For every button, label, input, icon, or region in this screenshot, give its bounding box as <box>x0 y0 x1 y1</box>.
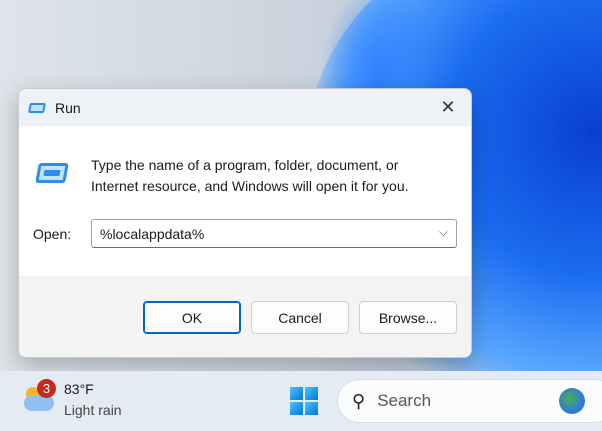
run-dialog: Run ✕ Type the name of a program, folder… <box>18 88 472 358</box>
weather-temperature[interactable]: 83°F <box>64 381 94 397</box>
browse-button[interactable]: Browse... <box>359 301 457 334</box>
description-line: Internet resource, and Windows will open… <box>91 178 409 194</box>
taskbar: 3 83°F Light rain ⚲ Search <box>0 371 602 431</box>
notification-badge: 3 <box>37 379 56 398</box>
dialog-title: Run <box>55 99 81 116</box>
weather-condition[interactable]: Light rain <box>64 402 122 418</box>
run-large-icon <box>35 163 69 183</box>
description: Type the name of a program, folder, docu… <box>91 155 409 197</box>
run-icon <box>28 102 46 113</box>
chevron-down-icon[interactable]: ⌵ <box>439 225 448 240</box>
open-label: Open: <box>33 226 72 242</box>
cancel-button[interactable]: Cancel <box>251 301 349 334</box>
search-label: Search <box>377 391 432 410</box>
description-line: Type the name of a program, folder, docu… <box>91 157 399 173</box>
open-input[interactable]: %localappdata% <box>100 226 204 242</box>
globe-icon[interactable] <box>559 388 585 414</box>
start-button[interactable] <box>290 387 318 415</box>
close-icon: ✕ <box>440 97 456 117</box>
close-button[interactable]: ✕ <box>425 89 471 126</box>
search-icon: ⚲ <box>352 390 366 411</box>
ok-button[interactable]: OK <box>143 301 241 334</box>
title-bar[interactable]: Run <box>19 89 471 126</box>
open-combobox[interactable]: %localappdata% ⌵ <box>91 219 457 248</box>
